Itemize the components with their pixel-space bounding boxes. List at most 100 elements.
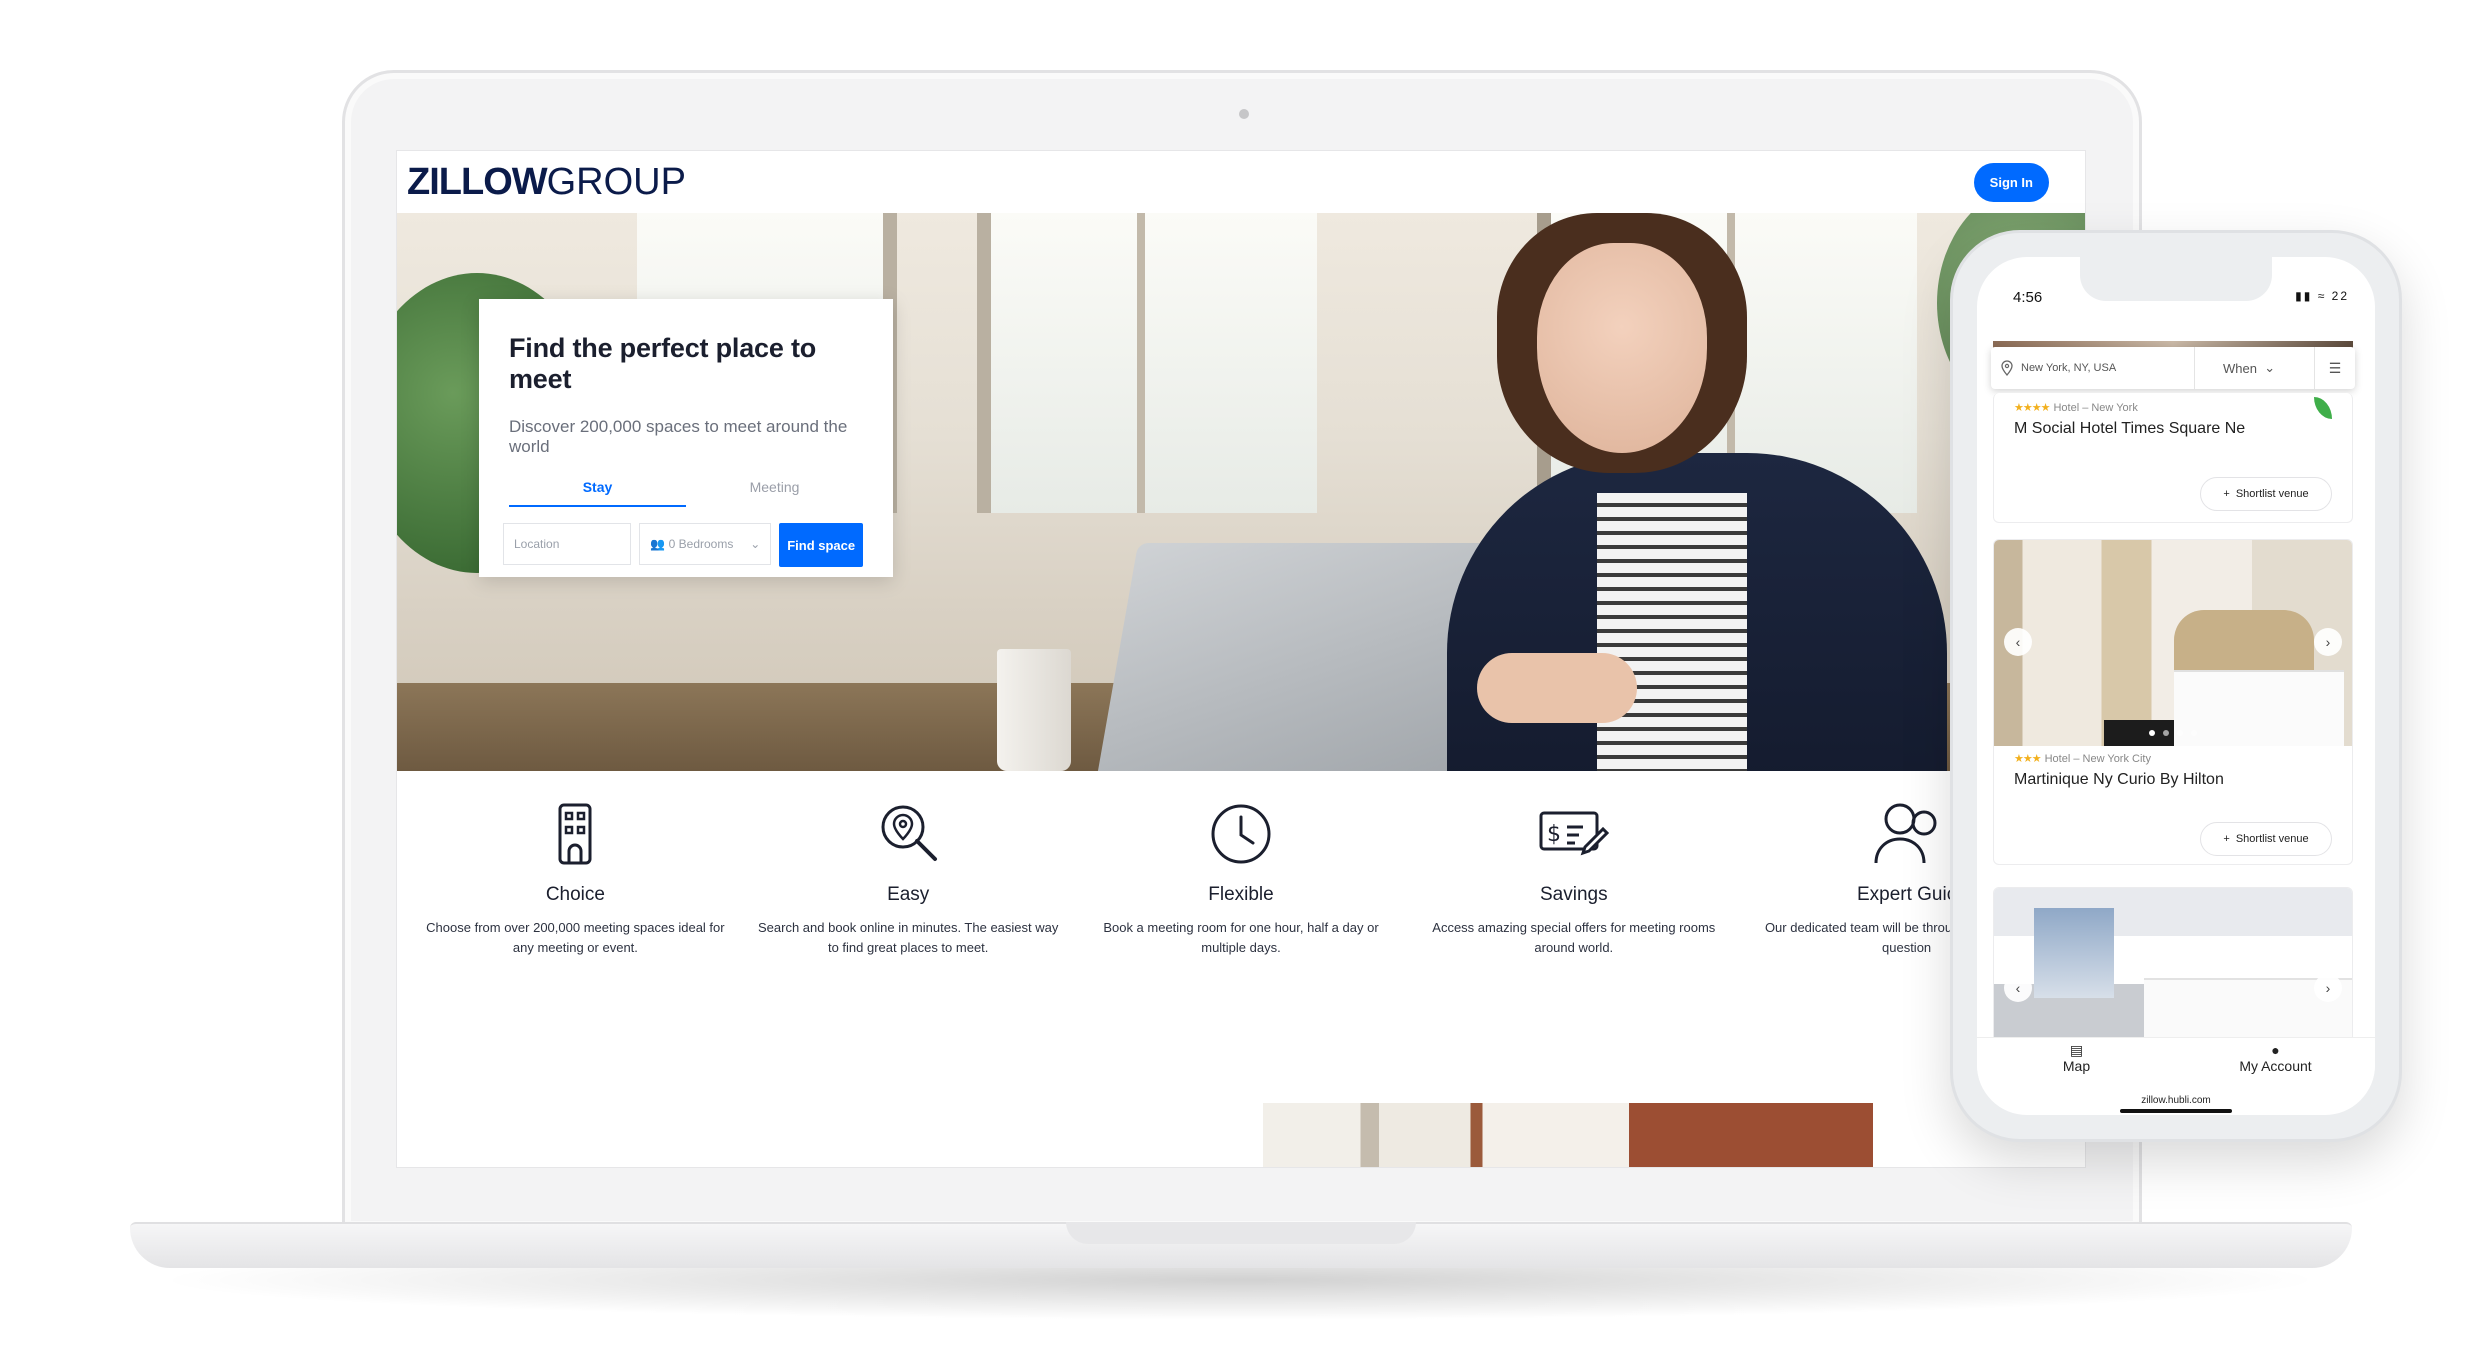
window bbox=[977, 213, 1317, 513]
map-icon: ▤ bbox=[2069, 1042, 2084, 1058]
laptop-notch bbox=[1066, 1222, 1416, 1244]
laptop-screen: ZILLOWGROUP Sign In Find the perfect pla… bbox=[396, 150, 2086, 1168]
search-row: Location 👥 0 Bedrooms ⌄ Find space bbox=[503, 523, 863, 567]
venue-photo: ‹ › bbox=[1994, 888, 2352, 1046]
browser-url: zillow.hubli.com bbox=[2141, 1095, 2211, 1106]
svg-text:$: $ bbox=[1547, 822, 1561, 847]
search-tabs: Stay Meeting bbox=[509, 477, 863, 507]
venue-meta: ★★★ Hotel – New York City bbox=[1994, 746, 2352, 765]
search-subtitle: Discover 200,000 spaces to meet around t… bbox=[509, 417, 848, 456]
tab-map[interactable]: ▤ Map bbox=[1977, 1038, 2176, 1089]
carousel-prev-icon[interactable]: ‹ bbox=[2004, 974, 2032, 1002]
mobile-location-value: New York, NY, USA bbox=[2021, 362, 2117, 374]
chevron-down-icon: ⌄ bbox=[2264, 360, 2276, 375]
feature-desc: Access amazing special offers for meetin… bbox=[1432, 920, 1716, 955]
plus-icon: + bbox=[2223, 833, 2230, 845]
building-icon bbox=[558, 803, 592, 865]
zillow-group-logo[interactable]: ZILLOWGROUP bbox=[407, 161, 686, 204]
feature-desc: Book a meeting room for one hour, half a… bbox=[1103, 920, 1379, 955]
check-pen-icon: $ bbox=[1539, 811, 1609, 856]
venue-card[interactable]: ‹ › ★★★ Hotel – New York City Martinique … bbox=[1993, 539, 2353, 865]
chevron-down-icon: ⌄ bbox=[750, 537, 761, 551]
phone-screen: 4:56 ▮▮ ≈ 22 New York, NY, USA When ⌄ ☰ … bbox=[1977, 257, 2375, 1115]
feature-desc: Choose from over 200,000 meeting spaces … bbox=[426, 920, 725, 955]
feature-title: Easy bbox=[887, 884, 930, 905]
tab-label: Map bbox=[2062, 1058, 2091, 1074]
bedrooms-select[interactable]: 👥 0 Bedrooms ⌄ bbox=[639, 523, 772, 565]
people-icon: 👥 0 Bedrooms bbox=[650, 537, 734, 551]
carousel-prev-icon[interactable]: ‹ bbox=[2004, 628, 2032, 656]
find-space-button[interactable]: Find space bbox=[779, 523, 863, 567]
logo-light: GROUP bbox=[546, 160, 686, 203]
shortlist-venue-button[interactable]: + Shortlist venue bbox=[2200, 477, 2332, 511]
bottom-room-image bbox=[1263, 1103, 1873, 1167]
home-indicator bbox=[2120, 1109, 2232, 1113]
venue-name: Martinique Ny Curio By Hilton bbox=[2014, 771, 2224, 788]
bed bbox=[2174, 670, 2344, 746]
carousel-next-icon[interactable]: › bbox=[2314, 974, 2342, 1002]
carousel-dots bbox=[2149, 730, 2197, 736]
star-rating: ★★★ bbox=[2014, 753, 2042, 765]
woman-hand bbox=[1477, 653, 1637, 723]
mobile-location-field[interactable]: New York, NY, USA bbox=[1991, 347, 2195, 389]
bottom-tab-bar: ▤ Map ● My Account bbox=[1977, 1037, 2375, 1089]
location-search-icon bbox=[881, 805, 938, 861]
shortlist-venue-button[interactable]: + Shortlist venue bbox=[2200, 822, 2332, 856]
cup bbox=[997, 649, 1071, 771]
carousel-dot[interactable] bbox=[2177, 730, 2183, 736]
window-mullion bbox=[1137, 213, 1145, 513]
status-time: 4:56 bbox=[2013, 289, 2043, 306]
bedrooms-value: 0 Bedrooms bbox=[668, 537, 734, 551]
star-rating: ★★★★ bbox=[2014, 402, 2050, 414]
feature-flexible: Flexible Book a meeting room for one hou… bbox=[1075, 771, 1408, 1001]
plus-icon: + bbox=[2223, 488, 2230, 500]
shortlist-label: Shortlist venue bbox=[2235, 488, 2309, 500]
tab-stay[interactable]: Stay bbox=[509, 477, 686, 507]
when-label: When bbox=[2223, 360, 2257, 376]
feature-title: Savings bbox=[1539, 884, 1608, 905]
pin-icon bbox=[2001, 360, 2013, 376]
carousel-dot[interactable] bbox=[2149, 730, 2155, 736]
feature-desc: Search and book online in minutes. The e… bbox=[757, 920, 1059, 955]
tab-my-account[interactable]: ● My Account bbox=[2176, 1038, 2375, 1089]
woman-face bbox=[1537, 243, 1707, 453]
battery-level: 22 bbox=[2331, 289, 2349, 303]
venue-meta: ★★★★ Hotel – New York bbox=[1994, 393, 2352, 414]
feature-easy: Easy Search and book online in minutes. … bbox=[742, 771, 1075, 1001]
carousel-dot[interactable] bbox=[2191, 730, 2197, 736]
sign-in-button[interactable]: Sign In bbox=[1973, 162, 2049, 202]
venue-type: Hotel – New York City bbox=[2044, 753, 2151, 765]
venue-photo: ‹ › bbox=[1994, 540, 2352, 746]
feature-choice: Choice Choose from over 200,000 meeting … bbox=[409, 771, 742, 1001]
shortlist-label: Shortlist venue bbox=[2235, 833, 2309, 845]
feature-title: Choice bbox=[545, 884, 605, 905]
people-icon bbox=[1874, 803, 1937, 864]
clock-icon bbox=[1211, 804, 1271, 864]
venue-name: M Social Hotel Times Square Ne bbox=[2014, 420, 2246, 437]
feature-title: Flexible bbox=[1208, 884, 1274, 905]
site-header: ZILLOWGROUP Sign In bbox=[397, 151, 2085, 213]
phone: 4:56 ▮▮ ≈ 22 New York, NY, USA When ⌄ ☰ … bbox=[1950, 230, 2402, 1142]
filter-icon[interactable]: ☰ bbox=[2315, 360, 2355, 377]
search-title: Find the perfect place to meet bbox=[509, 333, 817, 394]
features-row: Choice Choose from over 200,000 meeting … bbox=[397, 771, 2085, 1001]
camera bbox=[1239, 109, 1249, 119]
person-icon: ● bbox=[2271, 1042, 2280, 1058]
feature-savings: $ Savings Access amazing special offers … bbox=[1407, 771, 1740, 1001]
carousel-dot[interactable] bbox=[2163, 730, 2169, 736]
venue-card[interactable]: ‹ › bbox=[1993, 887, 2353, 1047]
venue-card[interactable]: ★★★★ Hotel – New York M Social Hotel Time… bbox=[1993, 393, 2353, 523]
status-bar: 4:56 ▮▮ ≈ 22 bbox=[1977, 289, 2375, 306]
hero-image: Find the perfect place to meet Discover … bbox=[397, 213, 2085, 771]
carousel-next-icon[interactable]: › bbox=[2314, 628, 2342, 656]
tab-meeting[interactable]: Meeting bbox=[686, 477, 863, 507]
search-card: Find the perfect place to meet Discover … bbox=[479, 299, 893, 577]
status-icons: ▮▮ ≈ 22 bbox=[2295, 289, 2349, 303]
logo-bold: ZILLOW bbox=[407, 160, 548, 203]
when-dropdown[interactable]: When ⌄ bbox=[2195, 347, 2315, 389]
mobile-search-bar: New York, NY, USA When ⌄ ☰ bbox=[1991, 347, 2355, 389]
device-mockup: ZILLOWGROUP Sign In Find the perfect pla… bbox=[0, 0, 2481, 1363]
location-input[interactable]: Location bbox=[503, 523, 632, 565]
venue-type: Hotel – New York bbox=[2053, 402, 2138, 414]
window-view bbox=[2034, 908, 2114, 998]
